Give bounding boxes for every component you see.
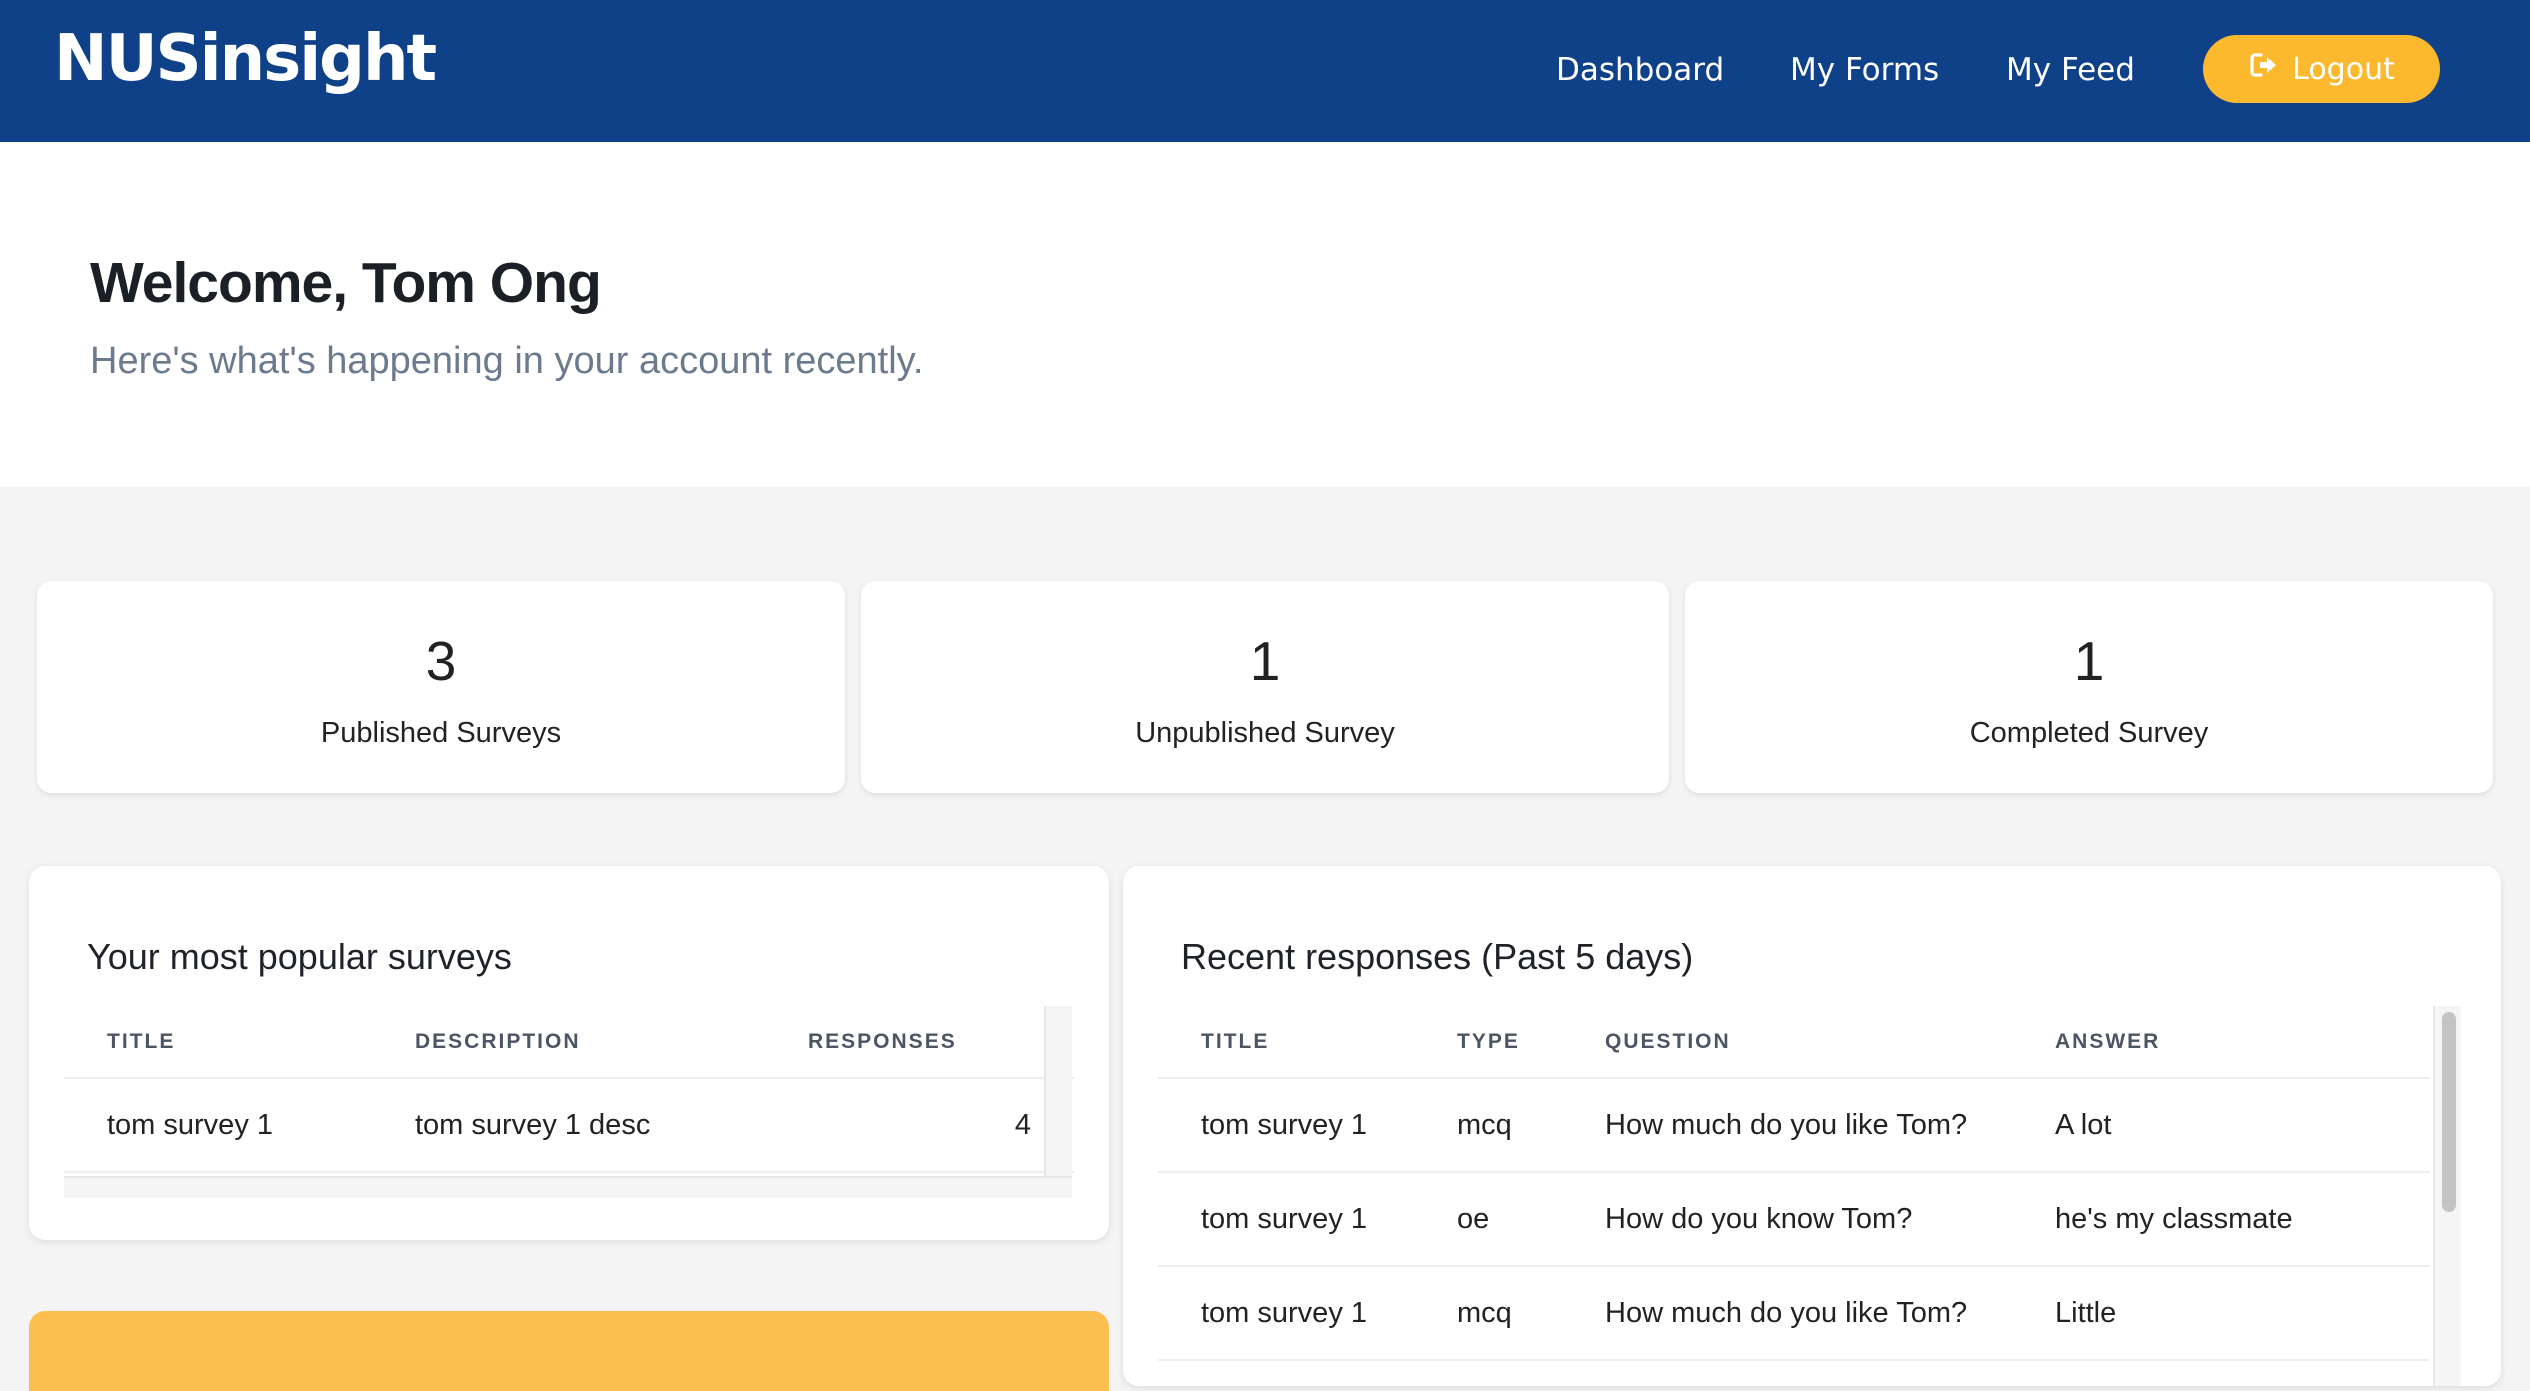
vertical-scrollbar[interactable] [2433,1006,2461,1386]
column-header-question: QUESTION [1562,1006,2012,1079]
logout-label: Logout [2292,51,2395,87]
welcome-heading: Welcome, Tom Ong [90,251,602,315]
column-header-title: TITLE [1158,1006,1414,1079]
cell-question: How much do you like Tom? [1562,1266,2012,1361]
cell-title: tom survey 1 [1158,1078,1414,1173]
stat-value: 1 [2073,630,2105,692]
cell-question: How do you know Tom? [1562,1172,2012,1267]
recent-responses-panel: Recent responses (Past 5 days) TITLE TYP… [1123,866,2501,1386]
nav-my-feed[interactable]: My Feed [2006,52,2135,88]
stat-label: Unpublished Survey [1135,717,1395,749]
logout-icon [2248,49,2280,89]
table-row[interactable]: tom survey 1 tom survey 1 desc 4 [64,1078,1074,1173]
top-navbar: NUSinsight Dashboard My Forms My Feed Lo… [0,0,2530,142]
column-header-title: TITLE [64,1006,372,1079]
column-header-answer: ANSWER [2012,1006,2430,1079]
table-header-row: TITLE DESCRIPTION RESPONSES [64,1006,1074,1079]
scrollbar-thumb[interactable] [2442,1012,2456,1212]
cell-answer: A lot [2012,1078,2430,1173]
column-header-type: TYPE [1414,1006,1562,1079]
table-row[interactable]: tom survey 1 mcq How much do you like To… [1158,1266,2430,1361]
cell-title: tom survey 1 [1158,1266,1414,1361]
cell-type: mcq [1414,1078,1562,1173]
logout-button[interactable]: Logout [2203,35,2440,103]
column-header-description: DESCRIPTION [372,1006,765,1079]
vertical-scrollbar[interactable] [1044,1006,1072,1198]
popular-surveys-title: Your most popular surveys [87,936,512,977]
nav-my-forms[interactable]: My Forms [1790,52,1939,88]
highlight-panel [29,1311,1109,1391]
cell-description: tom survey 1 desc [372,1078,765,1173]
cell-responses: 4 [765,1078,1074,1173]
column-header-responses: RESPONSES [765,1006,1074,1079]
stat-label: Published Surveys [320,717,562,749]
welcome-subtitle: Here's what's happening in your account … [90,340,924,382]
cell-type: oe [1414,1172,1562,1267]
nav-dashboard[interactable]: Dashboard [1556,52,1724,88]
popular-surveys-panel: Your most popular surveys TITLE DESCRIPT… [29,866,1109,1240]
stat-value: 3 [425,630,457,692]
stat-card-published: 3 Published Surveys [37,581,845,793]
stat-value: 1 [1249,630,1281,692]
popular-surveys-table: TITLE DESCRIPTION RESPONSES tom survey 1… [64,1006,1074,1173]
cell-title: tom survey 1 [1158,1172,1414,1267]
brand-logo[interactable]: NUSinsight [54,22,437,96]
cell-type: mcq [1414,1266,1562,1361]
stat-card-unpublished: 1 Unpublished Survey [861,581,1669,793]
recent-responses-table: TITLE TYPE QUESTION ANSWER tom survey 1 … [1158,1006,2430,1361]
cell-question: How much do you like Tom? [1562,1078,2012,1173]
stat-label: Completed Survey [1969,717,2209,749]
welcome-section: Welcome, Tom Ong Here's what's happening… [0,142,2530,487]
stat-card-completed: 1 Completed Survey [1685,581,2493,793]
table-header-row: TITLE TYPE QUESTION ANSWER [1158,1006,2430,1079]
table-row[interactable]: tom survey 1 mcq How much do you like To… [1158,1078,2430,1173]
recent-responses-title: Recent responses (Past 5 days) [1181,936,1694,977]
cell-title: tom survey 1 [64,1078,372,1173]
table-row[interactable]: tom survey 1 oe How do you know Tom? he'… [1158,1172,2430,1267]
cell-answer: he's my classmate [2012,1172,2430,1267]
cell-answer: Little [2012,1266,2430,1361]
horizontal-scrollbar[interactable] [64,1176,1072,1198]
